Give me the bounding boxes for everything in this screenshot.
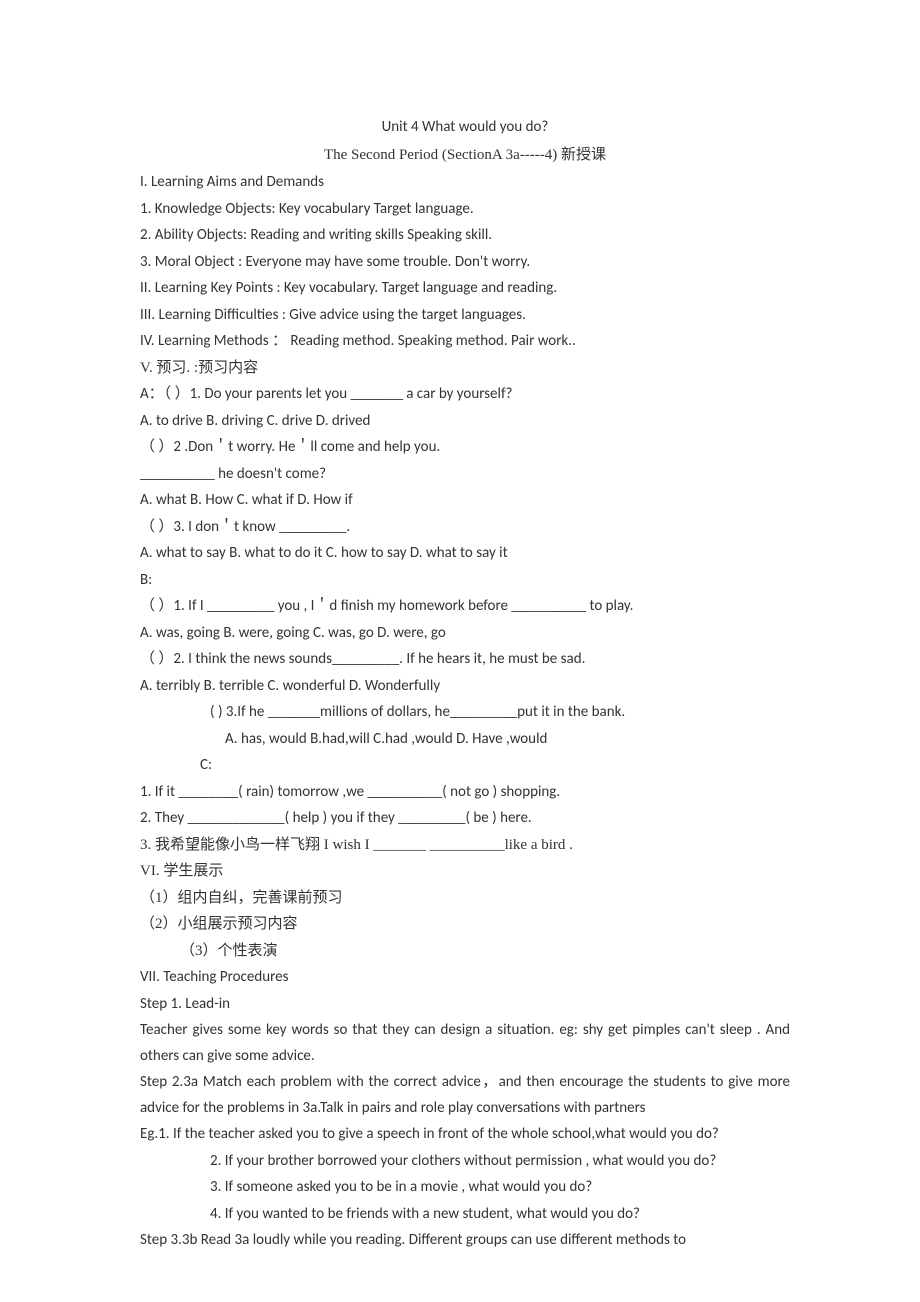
unit-title: Unit 4 What would you do? [140, 115, 790, 141]
question-a2: （ ）2 .Don＇t worry. He＇ll come and help y… [140, 435, 790, 461]
vi-item-3: （3）个性表演 [140, 939, 790, 965]
step-3: Step 3.3b Read 3a loudly while you readi… [140, 1228, 790, 1254]
question-b1-options: A. was, going B. were, going C. was, go … [140, 621, 790, 647]
step-2: Step 2.3a Match each problem with the co… [140, 1070, 790, 1121]
question-b3-options: A. has, would B.had,will C.had ,would D.… [140, 727, 790, 753]
question-b2: （ ）2. I think the news sounds_________. … [140, 647, 790, 673]
moral-object: 3. Moral Object : Everyone may have some… [140, 250, 790, 276]
section-i-heading: I. Learning Aims and Demands [140, 170, 790, 196]
period-title: The Second Period (SectionA 3a-----4) 新授… [140, 143, 790, 169]
section-vii-heading: VII. Teaching Procedures [140, 965, 790, 991]
question-a2b: __________ he doesn't come? [140, 462, 790, 488]
section-b-heading: B: [140, 568, 790, 594]
question-a3: （ ）3. I don＇t know _________. [140, 515, 790, 541]
question-a2-options: A. what B. How C. what if D. How if [140, 488, 790, 514]
step-2-eg3: 3. If someone asked you to be in a movie… [140, 1175, 790, 1201]
step-1-heading: Step 1. Lead-in [140, 992, 790, 1018]
question-c3: 3. 我希望能像小鸟一样飞翔 I wish I _______ ________… [140, 833, 790, 859]
question-a3-options: A. what to say B. what to do it C. how t… [140, 541, 790, 567]
section-iv: IV. Learning Methods ： Reading method. S… [140, 329, 790, 355]
question-a1: A：（ ）1. Do your parents let you _______ … [140, 382, 790, 408]
ability-objects: 2. Ability Objects: Reading and writing … [140, 223, 790, 249]
section-vi-heading: VI. 学生展示 [140, 859, 790, 885]
section-c-heading: C: [140, 753, 790, 779]
question-c1: 1. If it ________( rain) tomorrow ,we __… [140, 780, 790, 806]
step-2-eg1: Eg.1. If the teacher asked you to give a… [140, 1122, 790, 1148]
step-2-eg2: 2. If your brother borrowed your clother… [140, 1149, 790, 1175]
section-iii: III. Learning Difficulties : Give advice… [140, 303, 790, 329]
question-c2: 2. They _____________( help ) you if the… [140, 806, 790, 832]
question-b2-options: A. terribly B. terrible C. wonderful D. … [140, 674, 790, 700]
section-ii: II. Learning Key Points : Key vocabulary… [140, 276, 790, 302]
step-1-body: Teacher gives some key words so that the… [140, 1018, 790, 1069]
step-2-eg4: 4. If you wanted to be friends with a ne… [140, 1202, 790, 1228]
section-v-heading: V. 预习. :预习内容 [140, 356, 790, 382]
question-a1-options: A. to drive B. driving C. drive D. drive… [140, 409, 790, 435]
knowledge-objects: 1. Knowledge Objects: Key vocabulary Tar… [140, 197, 790, 223]
vi-item-2: （2）小组展示预习内容 [140, 912, 790, 938]
question-b1: （ ）1. If I _________ you , I＇d finish my… [140, 594, 790, 620]
vi-item-1: （1）组内自纠，完善课前预习 [140, 886, 790, 912]
question-b3: ( ) 3.If he _______millions of dollars, … [140, 700, 790, 726]
